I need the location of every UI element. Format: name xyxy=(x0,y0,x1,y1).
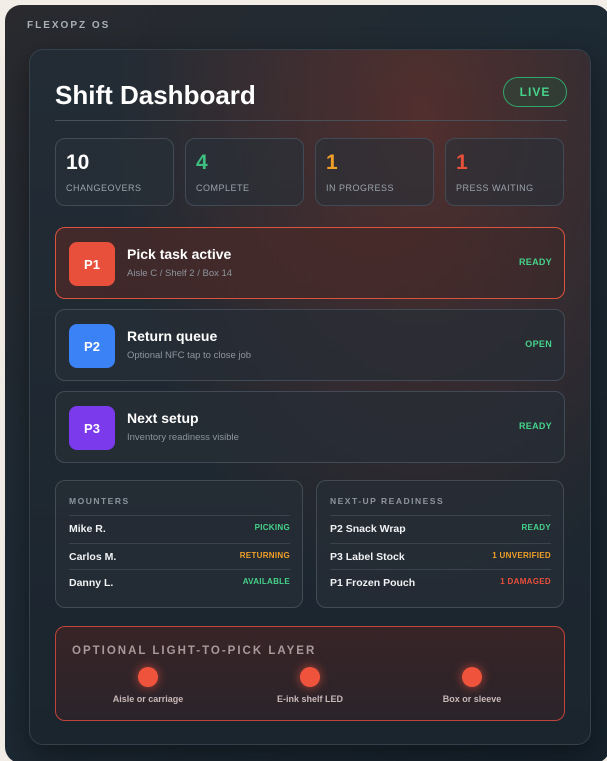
panel-heading: MOUNTERS xyxy=(69,496,130,506)
indicator-light-icon xyxy=(462,667,482,687)
os-label: FLEXOPZ OS xyxy=(27,20,111,31)
job-name: P3 Label Stock xyxy=(330,551,405,563)
panel-heading: NEXT-UP READINESS xyxy=(330,496,445,506)
task-card-p3[interactable]: P3 Next setup Inventory readiness visibl… xyxy=(55,391,565,463)
job-name: P2 Snack Wrap xyxy=(330,523,406,535)
task-title: Pick task active xyxy=(127,246,232,262)
divider xyxy=(55,120,567,121)
readiness-panel: NEXT-UP READINESS P2 Snack Wrap READY P3… xyxy=(316,480,564,608)
job-status: READY xyxy=(521,523,551,532)
stat-changeovers[interactable]: 10 CHANGEOVERS xyxy=(55,138,174,206)
device-frame: FLEXOPZ OS Shift Dashboard LIVE 10 CHANG… xyxy=(5,5,607,761)
mounter-row[interactable]: Mike R. PICKING xyxy=(69,515,290,541)
task-subtitle: Inventory readiness visible xyxy=(127,432,239,443)
task-subtitle: Optional NFC tap to close job xyxy=(127,350,252,361)
mounter-status: RETURNING xyxy=(239,551,290,560)
stat-value: 1 xyxy=(326,151,338,174)
task-status: READY xyxy=(518,257,552,267)
mounter-status: AVAILABLE xyxy=(242,577,290,586)
mounter-name: Mike R. xyxy=(69,523,106,535)
stat-label: PRESS WAITING xyxy=(456,183,534,193)
task-title: Return queue xyxy=(127,328,218,344)
task-badge: P3 xyxy=(69,406,115,450)
mounter-row[interactable]: Danny L. AVAILABLE xyxy=(69,569,290,595)
light-point[interactable]: E-ink shelf LED xyxy=(240,667,380,711)
light-point-label: E-ink shelf LED xyxy=(276,694,343,704)
readiness-row[interactable]: P2 Snack Wrap READY xyxy=(330,515,551,541)
task-status: READY xyxy=(518,421,552,431)
stat-label: COMPLETE xyxy=(196,183,250,193)
readiness-row[interactable]: P3 Label Stock 1 UNVERIFIED xyxy=(330,543,551,569)
task-badge: P1 xyxy=(69,242,115,286)
task-badge: P2 xyxy=(69,324,115,368)
light-point-label: Aisle or carriage xyxy=(112,694,184,704)
stat-value: 10 xyxy=(66,151,90,174)
task-title: Next setup xyxy=(127,410,199,426)
mounters-panel: MOUNTERS Mike R. PICKING Carlos M. RETUR… xyxy=(55,480,303,608)
shift-dashboard-card: Shift Dashboard LIVE 10 CHANGEOVERS 4 CO… xyxy=(29,49,591,745)
stat-press-waiting[interactable]: 1 PRESS WAITING xyxy=(445,138,564,206)
light-point[interactable]: Box or sleeve xyxy=(402,667,542,711)
mounter-name: Carlos M. xyxy=(69,551,117,563)
light-to-pick-panel: OPTIONAL LIGHT-TO-PICK LAYER Aisle or ca… xyxy=(55,626,565,721)
mounter-status: PICKING xyxy=(254,523,290,532)
task-card-p2[interactable]: P2 Return queue Optional NFC tap to clos… xyxy=(55,309,565,381)
job-name: P1 Frozen Pouch xyxy=(330,577,416,589)
indicator-light-icon xyxy=(300,667,320,687)
page-title: Shift Dashboard xyxy=(55,80,256,110)
stat-value: 4 xyxy=(196,151,208,174)
stats-row: 10 CHANGEOVERS 4 COMPLETE 1 IN PROGRESS … xyxy=(55,138,565,206)
job-status: 1 UNVERIFIED xyxy=(492,551,551,560)
mounter-name: Danny L. xyxy=(69,577,114,589)
stat-in-progress[interactable]: 1 IN PROGRESS xyxy=(315,138,434,206)
indicator-light-icon xyxy=(138,667,158,687)
task-card-p1[interactable]: P1 Pick task active Aisle C / Shelf 2 / … xyxy=(55,227,565,299)
stat-label: CHANGEOVERS xyxy=(66,183,142,193)
stat-value: 1 xyxy=(456,151,468,174)
live-badge: LIVE xyxy=(503,77,567,107)
panel-heading: OPTIONAL LIGHT-TO-PICK LAYER xyxy=(72,645,317,657)
light-point[interactable]: Aisle or carriage xyxy=(78,667,218,711)
task-subtitle: Aisle C / Shelf 2 / Box 14 xyxy=(127,268,233,279)
readiness-row[interactable]: P1 Frozen Pouch 1 DAMAGED xyxy=(330,569,551,595)
stat-label: IN PROGRESS xyxy=(326,183,395,193)
task-status: OPEN xyxy=(525,339,552,349)
mounter-row[interactable]: Carlos M. RETURNING xyxy=(69,543,290,569)
stat-complete[interactable]: 4 COMPLETE xyxy=(185,138,304,206)
light-point-label: Box or sleeve xyxy=(442,694,502,704)
job-status: 1 DAMAGED xyxy=(500,577,551,586)
